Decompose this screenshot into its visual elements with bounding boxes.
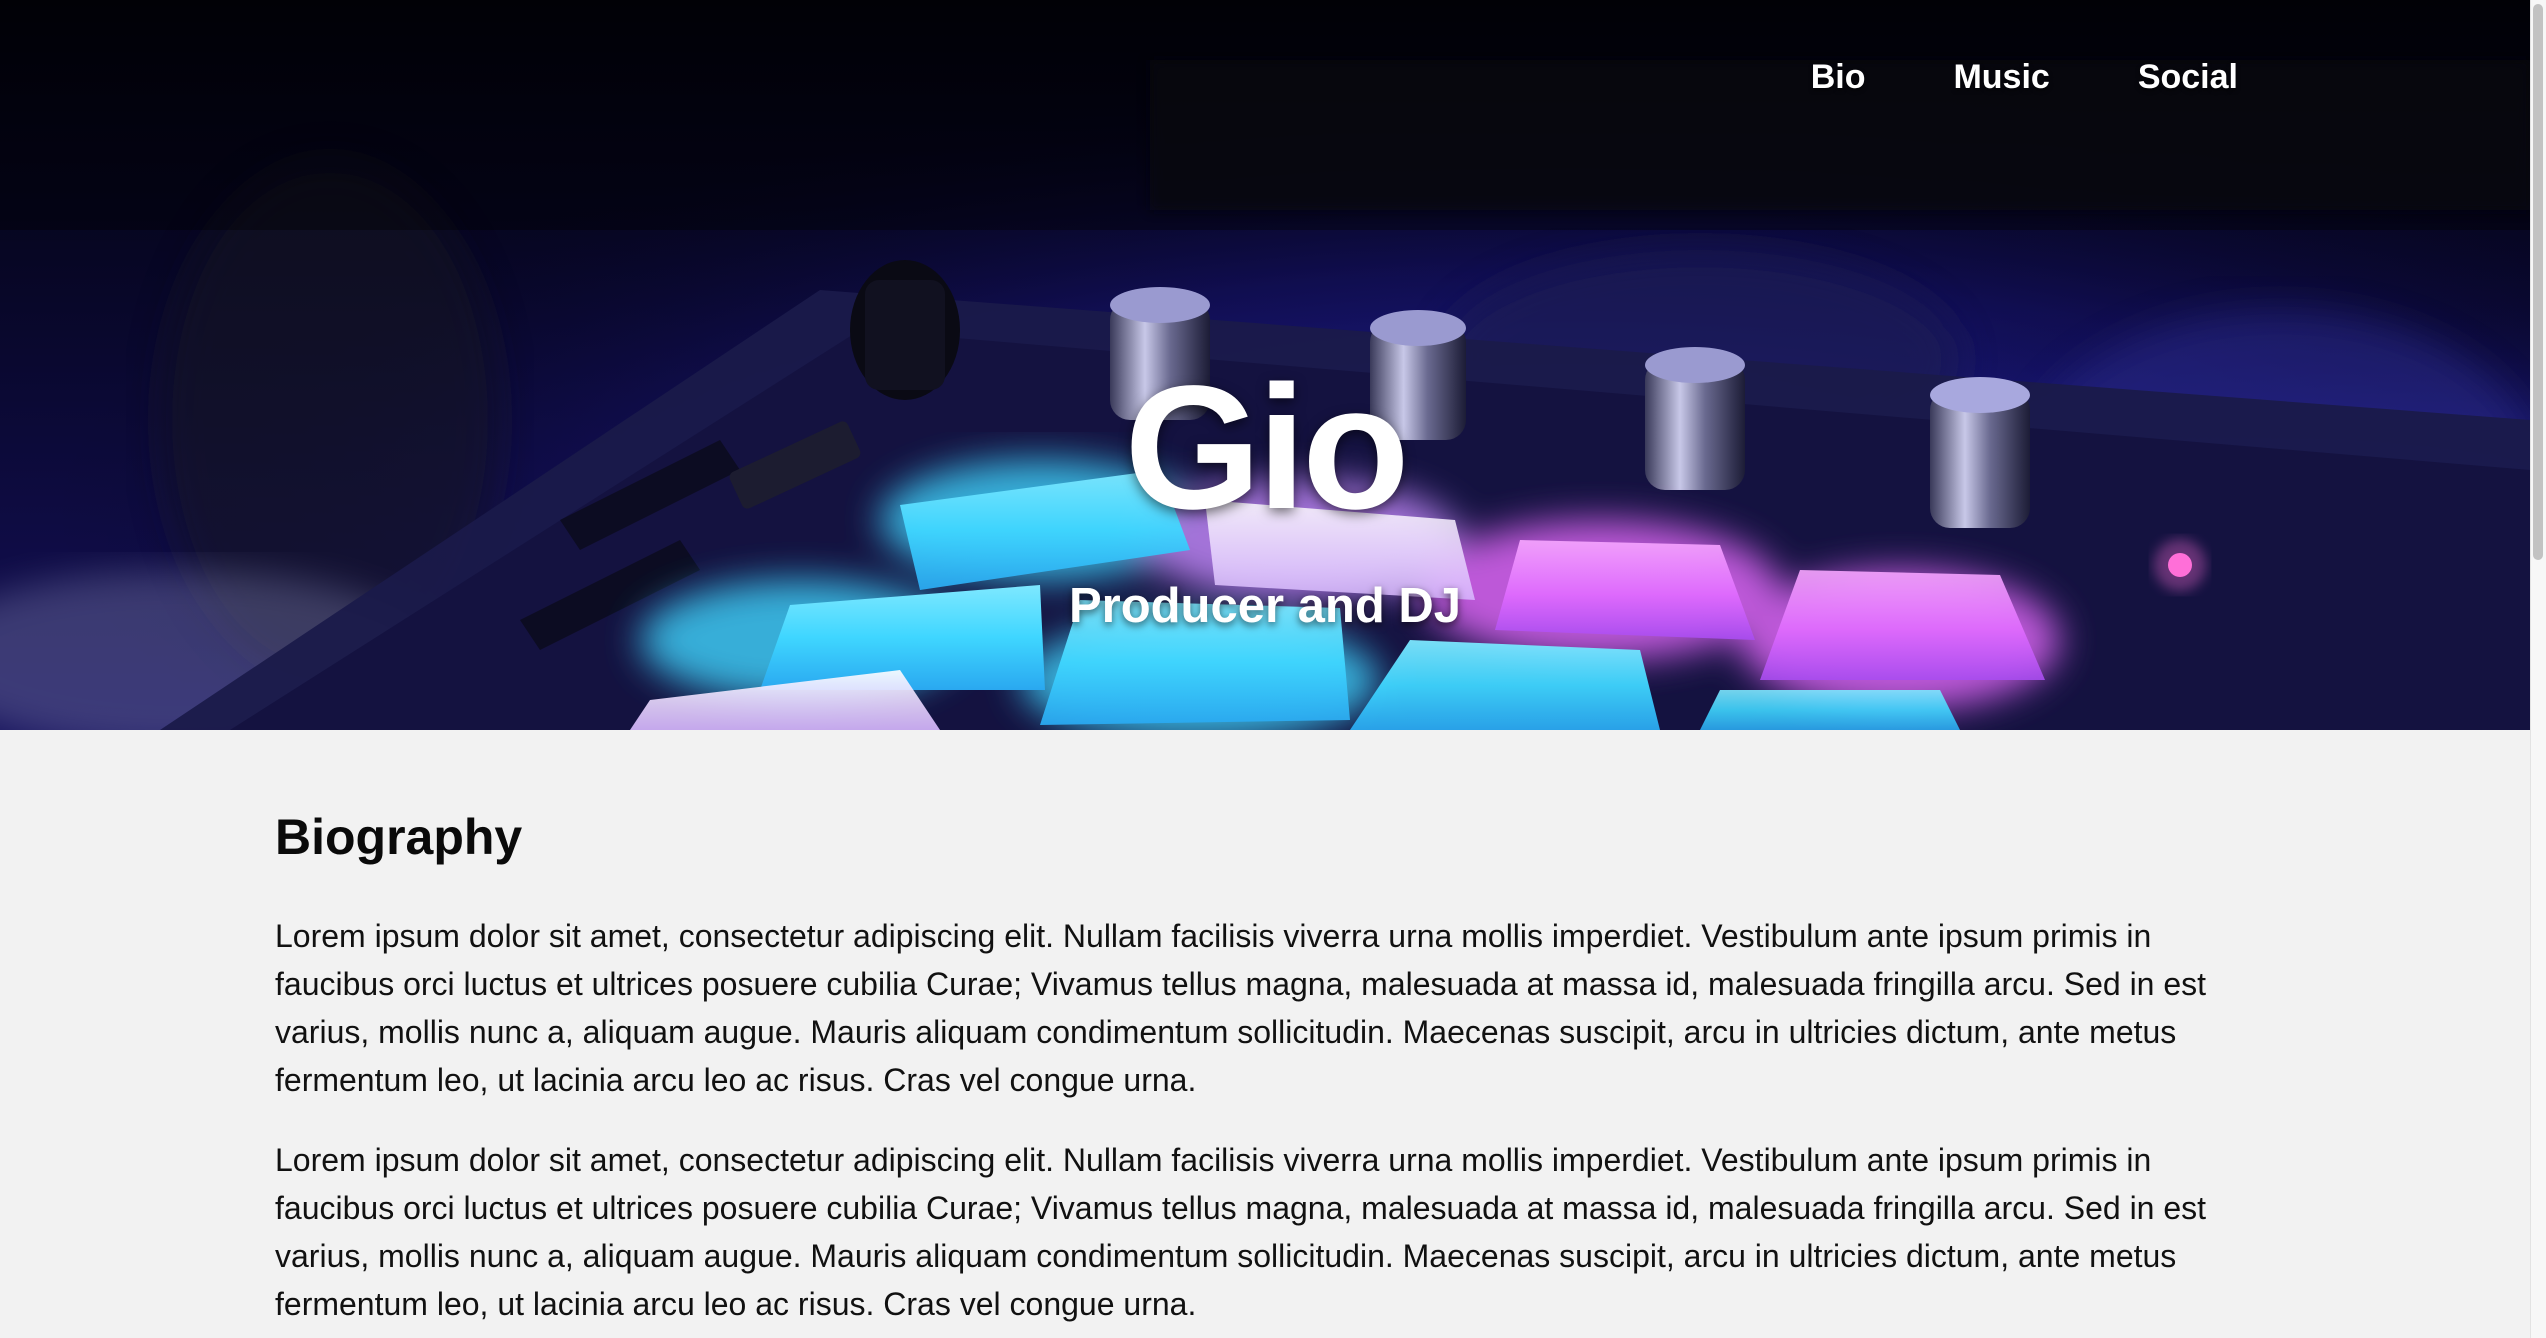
- scrollbar-thumb[interactable]: [2533, 4, 2543, 560]
- hero-title: Gio: [1124, 350, 1409, 546]
- hero-banner: Bio Music Social Gio Producer and DJ: [0, 0, 2530, 730]
- section-heading: Biography: [275, 809, 523, 865]
- nav-link-music[interactable]: Music: [1953, 58, 2049, 97]
- biography-section: Biography Lorem ipsum dolor sit amet, co…: [0, 730, 2530, 1338]
- main-nav: Bio Music Social: [1811, 58, 2238, 97]
- page-scrollbar[interactable]: [2530, 0, 2546, 1338]
- nav-link-social[interactable]: Social: [2138, 58, 2238, 97]
- bio-paragraph: Lorem ipsum dolor sit amet, consectetur …: [275, 918, 2207, 1098]
- hero-subtitle: Producer and DJ: [1068, 579, 1462, 633]
- nav-link-bio[interactable]: Bio: [1811, 58, 1866, 97]
- bio-paragraph: Lorem ipsum dolor sit amet, consectetur …: [275, 1142, 2207, 1322]
